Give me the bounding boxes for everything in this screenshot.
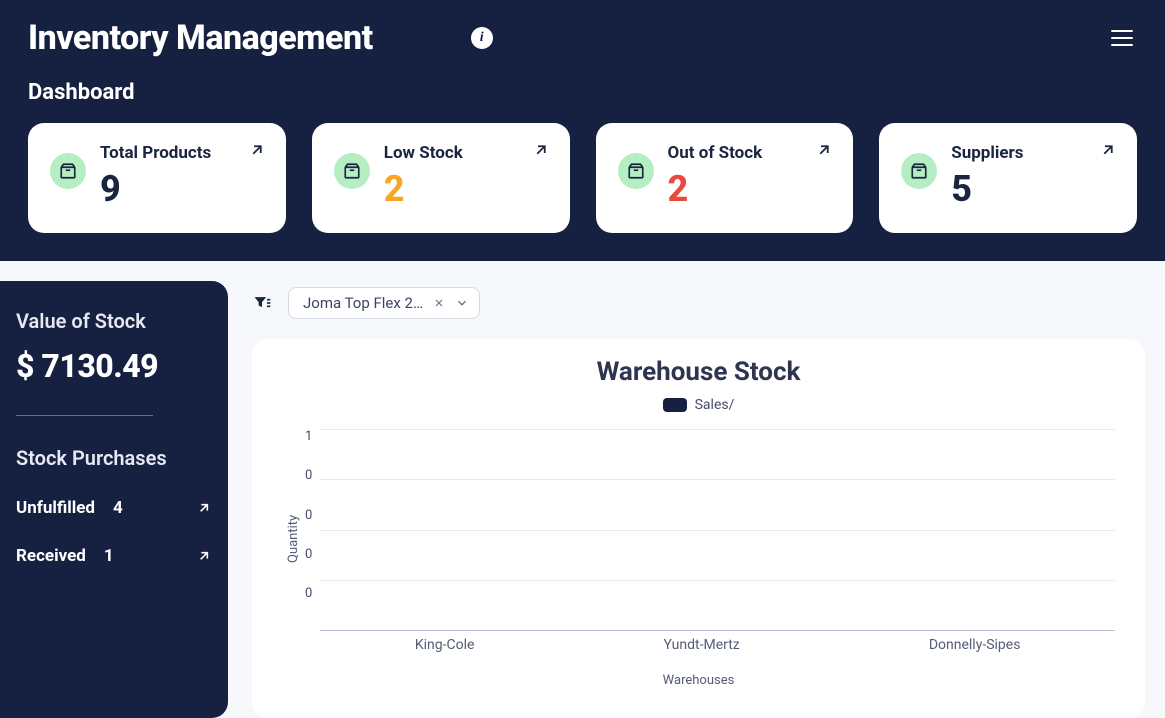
- card-value: 2: [668, 171, 832, 207]
- header: Inventory Management i Dashboard Total P…: [0, 0, 1165, 261]
- clear-icon[interactable]: [433, 297, 445, 309]
- y-tick: 0: [305, 547, 312, 562]
- card-label: Low Stock: [384, 143, 548, 163]
- y-axis-label: Quantity: [282, 429, 301, 649]
- y-ticks: 1 0 0 0 0: [301, 429, 320, 619]
- page-title: Inventory Management: [28, 18, 373, 58]
- warehouse-stock-chart: Warehouse Stock Sales/ Quantity 1 0 0 0 …: [252, 339, 1145, 718]
- link-arrow-icon[interactable]: [248, 141, 266, 159]
- divider: [16, 415, 153, 416]
- chart-legend[interactable]: Sales/: [282, 397, 1115, 413]
- x-tick: King-Cole: [415, 637, 475, 653]
- stock-value-title: Value of Stock: [16, 309, 212, 333]
- plot-area: King-Cole Yundt-Mertz Donnelly-Sipes: [320, 429, 1115, 649]
- card-total-products: Total Products 9: [28, 123, 286, 233]
- content: Joma Top Flex 2… Warehouse Stock Sales/ …: [252, 261, 1165, 718]
- y-tick: 1: [305, 429, 312, 444]
- package-icon: [618, 153, 654, 189]
- purchases-title: Stock Purchases: [16, 446, 212, 470]
- link-arrow-icon[interactable]: [1099, 141, 1117, 159]
- page-subtitle: Dashboard: [28, 80, 1137, 105]
- link-arrow-icon[interactable]: [532, 141, 550, 159]
- package-icon: [334, 153, 370, 189]
- menu-icon[interactable]: [1107, 26, 1137, 50]
- filter-icon[interactable]: [252, 293, 272, 313]
- link-arrow-icon[interactable]: [196, 500, 212, 516]
- card-label: Total Products: [100, 143, 264, 163]
- card-value: 2: [384, 171, 548, 207]
- card-value: 9: [100, 171, 264, 207]
- filter-chip-label: Joma Top Flex 2…: [303, 294, 423, 312]
- card-value: 5: [951, 171, 1115, 207]
- stat-cards: Total Products 9 Low Stock 2: [28, 123, 1137, 233]
- purchases-row-received: Received 1: [16, 532, 212, 580]
- product-filter-chip[interactable]: Joma Top Flex 2…: [288, 287, 480, 319]
- card-label: Out of Stock: [668, 143, 832, 163]
- row-value: 4: [113, 498, 123, 518]
- chevron-down-icon[interactable]: [455, 296, 469, 310]
- y-tick: 0: [305, 468, 312, 483]
- x-tick: Yundt-Mertz: [664, 637, 740, 653]
- purchases-row-unfulfilled: Unfulfilled 4: [16, 484, 212, 532]
- link-arrow-icon[interactable]: [815, 141, 833, 159]
- sidebar: Value of Stock $ 7130.49 Stock Purchases…: [0, 281, 228, 718]
- chart-title: Warehouse Stock: [282, 357, 1115, 387]
- legend-label: Sales/: [695, 397, 735, 413]
- x-axis-label: Warehouses: [282, 673, 1115, 688]
- package-icon: [901, 153, 937, 189]
- card-out-of-stock: Out of Stock 2: [596, 123, 854, 233]
- card-label: Suppliers: [951, 143, 1115, 163]
- info-icon[interactable]: i: [471, 27, 493, 49]
- card-suppliers: Suppliers 5: [879, 123, 1137, 233]
- stock-value: $ 7130.49: [16, 347, 212, 385]
- y-tick: 0: [305, 586, 312, 601]
- legend-swatch: [663, 398, 687, 412]
- package-icon: [50, 153, 86, 189]
- row-value: 1: [104, 546, 114, 566]
- row-label: Received: [16, 546, 86, 566]
- card-low-stock: Low Stock 2: [312, 123, 570, 233]
- x-ticks: King-Cole Yundt-Mertz Donnelly-Sipes: [320, 637, 1115, 653]
- x-tick: Donnelly-Sipes: [929, 637, 1021, 653]
- y-tick: 0: [305, 508, 312, 523]
- link-arrow-icon[interactable]: [196, 548, 212, 564]
- row-label: Unfulfilled: [16, 498, 95, 518]
